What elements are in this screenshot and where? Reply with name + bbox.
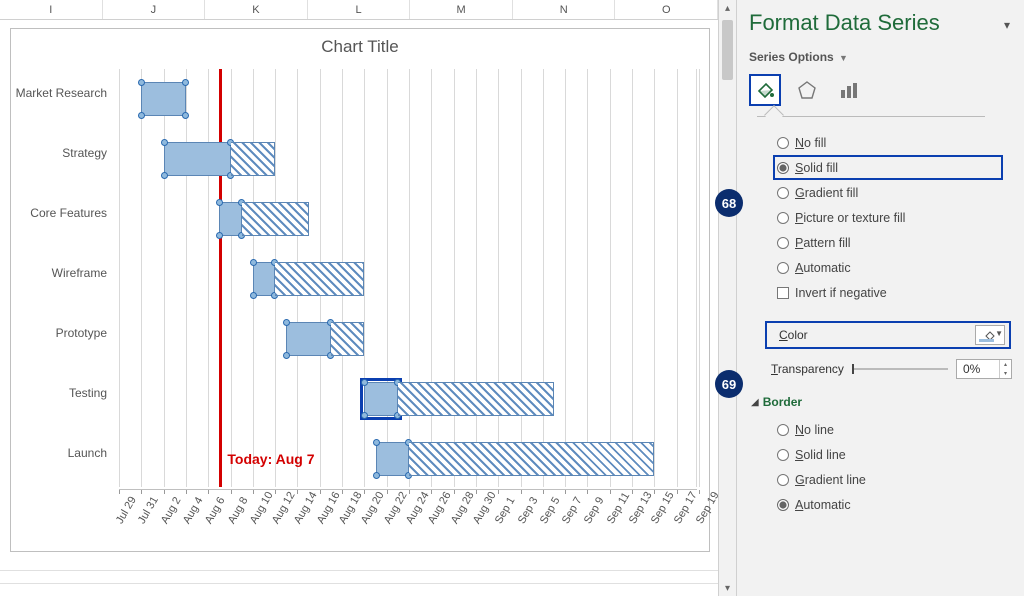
y-category-label: Wireframe bbox=[11, 267, 107, 280]
checkbox-icon bbox=[777, 287, 789, 299]
series-completed-bar[interactable] bbox=[376, 442, 409, 476]
x-tick-label: Sep 3 bbox=[515, 495, 540, 526]
y-category-label: Strategy bbox=[11, 147, 107, 160]
fill-options: No fillSolid fillGradient fillPicture or… bbox=[777, 130, 1012, 280]
spinner-icon[interactable]: ▴▾ bbox=[999, 360, 1011, 378]
paint-bucket-icon bbox=[755, 80, 775, 100]
x-tick-label: Sep 1 bbox=[493, 495, 518, 526]
x-tick-label: Aug 4 bbox=[181, 495, 206, 526]
x-tick-label: Aug 6 bbox=[203, 495, 228, 526]
today-marker-label: Today: Aug 7 bbox=[227, 451, 314, 467]
pentagon-icon bbox=[797, 80, 817, 100]
panel-title: Format Data Series bbox=[749, 10, 1012, 36]
transparency-row: Transparency 0% ▴▾ bbox=[771, 359, 1012, 379]
series-remaining-bar[interactable] bbox=[331, 322, 364, 356]
fill-option-automatic[interactable]: Automatic bbox=[777, 255, 1012, 280]
worksheet-area: I J K L M N O Chart Title Market Researc… bbox=[0, 0, 718, 596]
fill-color-row[interactable]: Color ▼ bbox=[765, 321, 1011, 349]
series-remaining-bar[interactable] bbox=[231, 142, 276, 176]
y-category-label: Prototype bbox=[11, 327, 107, 340]
col-L[interactable]: L bbox=[308, 0, 411, 19]
series-completed-bar[interactable] bbox=[219, 202, 241, 236]
col-N[interactable]: N bbox=[513, 0, 616, 19]
gridlines bbox=[119, 69, 697, 487]
col-J[interactable]: J bbox=[103, 0, 206, 19]
x-tick-label: Sep 9 bbox=[582, 495, 607, 526]
invert-if-negative-checkbox[interactable]: Invert if negative bbox=[777, 280, 1012, 305]
series-remaining-bar[interactable] bbox=[275, 262, 364, 296]
fill-option-picture-or-texture-fill[interactable]: Picture or texture fill bbox=[777, 205, 1012, 230]
x-tick-label: Sep 5 bbox=[538, 495, 563, 526]
series-completed-bar[interactable] bbox=[164, 142, 231, 176]
vertical-scrollbar[interactable]: ▴ ▾ bbox=[718, 0, 736, 596]
y-category-label: Testing bbox=[11, 387, 107, 400]
x-tick-label: Aug 8 bbox=[225, 495, 250, 526]
scroll-down-button[interactable]: ▾ bbox=[719, 580, 736, 596]
series-completed-bar[interactable] bbox=[141, 82, 186, 116]
column-headers: I J K L M N O bbox=[0, 0, 718, 20]
series-remaining-bar[interactable] bbox=[242, 202, 309, 236]
transparency-slider[interactable] bbox=[852, 368, 948, 370]
col-O[interactable]: O bbox=[615, 0, 718, 19]
border-options: No lineSolid lineGradient lineAutomatic bbox=[777, 417, 1012, 517]
today-marker-line bbox=[219, 69, 222, 487]
scroll-up-button[interactable]: ▴ bbox=[719, 0, 736, 16]
panel-menu-icon[interactable]: ▾ bbox=[1004, 18, 1010, 32]
series-completed-bar[interactable] bbox=[364, 382, 397, 416]
series-completed-bar[interactable] bbox=[286, 322, 331, 356]
annotation-badge-69: 69 bbox=[715, 370, 743, 398]
border-option-automatic[interactable]: Automatic bbox=[777, 492, 1012, 517]
grid-rows-peek bbox=[0, 570, 718, 596]
bar-chart-icon bbox=[839, 80, 859, 100]
fill-option-no-fill[interactable]: No fill bbox=[777, 130, 1012, 155]
col-I[interactable]: I bbox=[0, 0, 103, 19]
fill-option-pattern-fill[interactable]: Pattern fill bbox=[777, 230, 1012, 255]
format-data-series-panel: Format Data Series ▾ Series Options ▼ bbox=[736, 0, 1024, 596]
fill-and-line-tab[interactable] bbox=[749, 74, 781, 106]
y-category-label: Market Research bbox=[11, 87, 107, 100]
border-option-solid-line[interactable]: Solid line bbox=[777, 442, 1012, 467]
y-category-labels: Market Research Strategy Core Features Wire… bbox=[11, 69, 113, 487]
color-picker-button[interactable]: ▼ bbox=[975, 325, 1005, 345]
x-tick-label: Sep 7 bbox=[560, 495, 585, 526]
scroll-thumb[interactable] bbox=[722, 20, 733, 80]
series-remaining-bar[interactable] bbox=[409, 442, 654, 476]
transparency-value-box[interactable]: 0% ▴▾ bbox=[956, 359, 1012, 379]
series-remaining-bar[interactable] bbox=[398, 382, 554, 416]
embedded-chart[interactable]: Chart Title Market Research Strategy Core … bbox=[10, 28, 710, 552]
x-tick-label: Jul 29 bbox=[114, 495, 139, 526]
col-M[interactable]: M bbox=[410, 0, 513, 19]
plot-area[interactable]: Today: Aug 7 bbox=[119, 69, 697, 487]
color-label-tail: olor bbox=[788, 328, 808, 342]
y-category-label: Core Features bbox=[11, 207, 107, 220]
x-tick-label: Aug 2 bbox=[158, 495, 183, 526]
border-option-gradient-line[interactable]: Gradient line bbox=[777, 467, 1012, 492]
chart-title[interactable]: Chart Title bbox=[11, 29, 709, 59]
series-options-header[interactable]: Series Options ▼ bbox=[749, 50, 1012, 64]
fill-option-solid-fill[interactable]: Solid fill bbox=[773, 155, 1003, 180]
x-tick-label: Jul 31 bbox=[136, 495, 161, 526]
series-completed-bar[interactable] bbox=[253, 262, 275, 296]
x-axis[interactable]: Jul 29Jul 31Aug 2Aug 4Aug 6Aug 8Aug 10Au… bbox=[119, 489, 697, 551]
y-category-label: Launch bbox=[11, 447, 107, 460]
series-options-tab[interactable] bbox=[833, 74, 865, 106]
border-option-no-line[interactable]: No line bbox=[777, 417, 1012, 442]
effects-tab[interactable] bbox=[791, 74, 823, 106]
annotation-badge-68: 68 bbox=[715, 189, 743, 217]
border-section-header[interactable]: ◢Border bbox=[751, 395, 1012, 409]
option-category-tabs bbox=[749, 74, 1012, 106]
col-K[interactable]: K bbox=[205, 0, 308, 19]
fill-option-gradient-fill[interactable]: Gradient fill bbox=[777, 180, 1012, 205]
